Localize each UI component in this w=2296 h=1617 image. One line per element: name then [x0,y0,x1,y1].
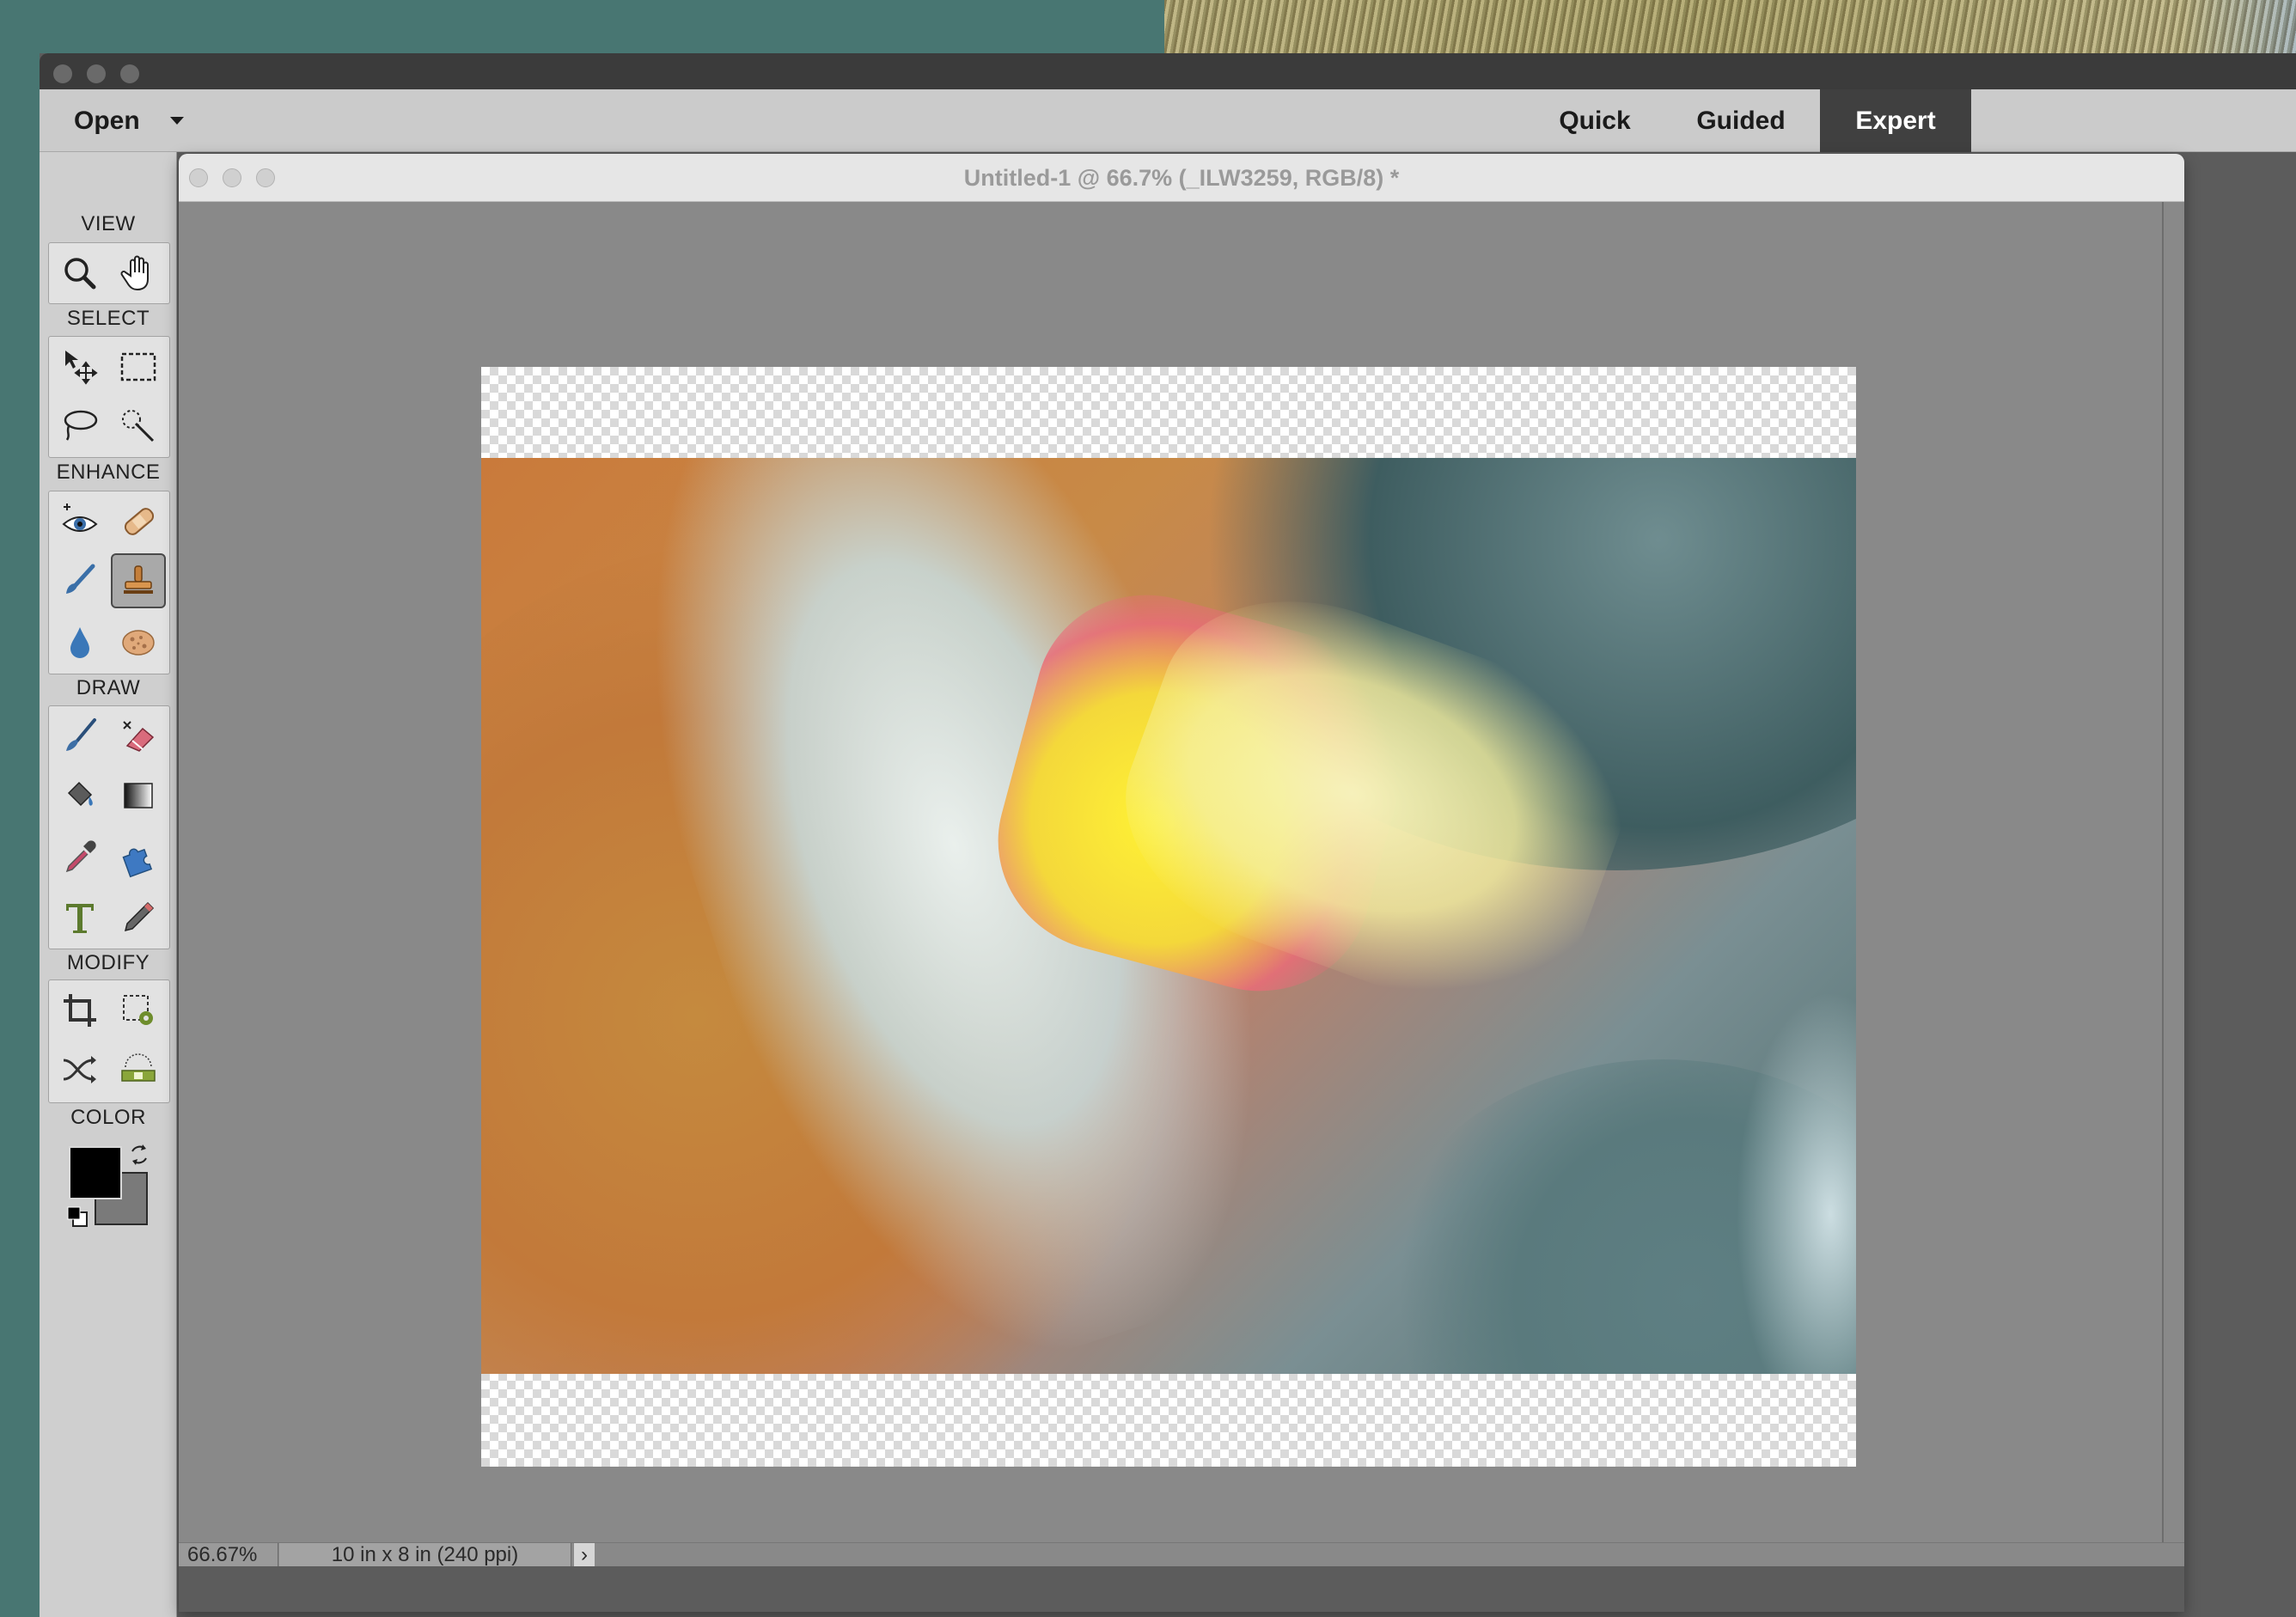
photo-layer [481,458,1856,1374]
tab-guided[interactable]: Guided [1664,89,1818,152]
lasso-tool[interactable] [52,399,107,454]
tool-group-view [48,242,170,304]
minimize-document-button[interactable] [223,168,241,187]
custom-shape-tool[interactable] [111,829,166,884]
blur-tool[interactable] [52,614,107,669]
status-info-arrow-icon[interactable]: › [574,1543,595,1567]
eyedropper-tool[interactable] [52,829,107,884]
pencil-tool[interactable] [111,890,166,945]
close-document-button[interactable] [189,168,208,187]
spot-healing-brush-tool[interactable] [111,494,166,549]
paint-bucket-tool[interactable] [52,768,107,823]
document-title: Untitled-1 @ 66.7% (_ILW3259, RGB/8) * [963,165,1400,191]
document-title-bar: Untitled-1 @ 66.7% (_ILW3259, RGB/8) * [179,154,2184,202]
eye-icon [62,503,98,532]
tool-group-select [48,336,170,458]
default-colors-icon[interactable] [65,1205,91,1230]
section-label-modify: MODIFY [66,951,150,974]
magnifier-icon [64,258,96,290]
quick-selection-icon [122,410,155,442]
light-right-edge-shape [1736,991,1856,1374]
marquee-icon [120,352,156,381]
zoom-document-button[interactable] [256,168,275,187]
straighten-tool[interactable] [111,1042,166,1097]
eraser-icon [123,721,155,752]
section-label-view: VIEW [81,212,136,235]
stamp-icon [124,565,153,594]
image-canvas[interactable] [481,367,1856,1467]
desktop-wallpaper [1164,0,2296,53]
open-recent-dropdown-icon[interactable] [170,117,184,125]
brush-tool[interactable] [52,709,107,764]
gradient-icon [124,783,153,808]
canvas-area [179,202,2164,1542]
smart-brush-icon [66,564,95,594]
mode-bar: Open Quick Guided Expert [40,89,2296,152]
tool-group-modify [48,979,170,1103]
eraser-tool[interactable] [111,709,166,764]
clone-stamp-tool[interactable] [111,553,166,608]
crop-tool[interactable] [52,983,107,1038]
hand-tool[interactable] [111,246,166,301]
sponge-tool[interactable] [111,614,166,669]
rectangular-marquee-tool[interactable] [111,339,166,394]
lasso-icon [64,410,98,441]
section-label-color: COLOR [70,1106,146,1129]
zoom-tool[interactable] [52,246,107,301]
content-aware-move-tool[interactable] [52,1042,107,1097]
paint-bucket-icon [67,781,93,807]
workspace-background [179,1566,2184,1612]
water-drop-icon [70,627,89,658]
pencil-icon [124,901,155,932]
document-window: Untitled-1 @ 66.7% (_ILW3259, RGB/8) * 6… [179,154,2184,1612]
window-title-bar [40,53,2296,89]
smart-brush-tool[interactable] [52,553,107,608]
recompose-icon [123,995,153,1025]
type-tool[interactable] [52,890,107,945]
eyedropper-icon [65,840,96,873]
zoom-window-button[interactable] [120,64,139,83]
move-arrow-icon [65,351,98,385]
open-button[interactable]: Open [74,89,140,152]
status-bar: 66.67% 10 in x 8 in (240 ppi) › [179,1542,2184,1567]
section-label-select: SELECT [66,307,150,330]
quick-selection-tool[interactable] [111,399,166,454]
foreground-color-swatch[interactable] [69,1146,122,1199]
zoom-level[interactable]: 66.67% [179,1543,278,1567]
bandage-icon [124,508,155,535]
recompose-tool[interactable] [111,983,166,1038]
crop-icon [64,994,96,1027]
tool-group-enhance [48,491,170,674]
puzzle-shape-icon [122,848,153,878]
tab-quick[interactable]: Quick [1526,89,1664,152]
section-label-enhance: ENHANCE [56,461,161,484]
swap-colors-icon[interactable] [127,1143,151,1167]
tool-group-draw [48,705,170,949]
sponge-icon [122,630,155,656]
close-window-button[interactable] [53,64,72,83]
toolbox: VIEW SELECT ENHANCE DRAW MODIFY COLOR [40,152,177,1617]
minimize-window-button[interactable] [87,64,106,83]
app-window: Open Quick Guided Expert VIEW SELECT ENH… [40,53,2296,1617]
section-label-draw: DRAW [76,676,141,699]
gradient-tool[interactable] [111,768,166,823]
shuffle-arrows-icon [63,1056,96,1083]
hand-icon [120,255,149,291]
red-eye-removal-tool[interactable] [52,494,107,549]
document-size-info[interactable]: 10 in x 8 in (240 ppi) [279,1543,571,1567]
brush-icon [66,718,96,751]
color-swatches [67,1143,155,1232]
text-t-icon [66,904,94,933]
tab-expert[interactable]: Expert [1820,89,1971,152]
level-icon [121,1053,156,1082]
move-tool[interactable] [52,339,107,394]
